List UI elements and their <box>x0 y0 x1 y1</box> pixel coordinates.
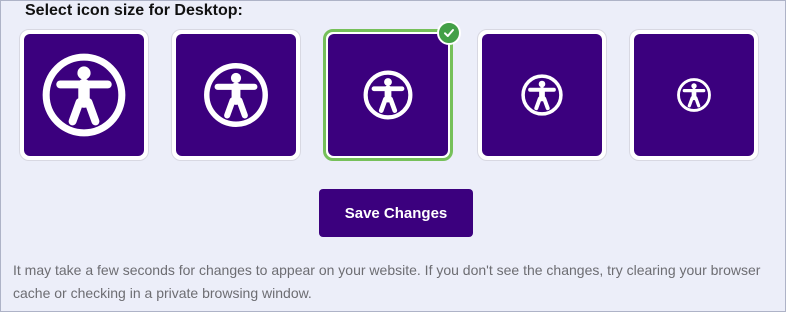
accessibility-icon <box>363 70 413 120</box>
icon-size-panel: Select icon size for Desktop: Save Chang… <box>0 0 786 312</box>
accessibility-icon <box>204 63 268 127</box>
icon-size-option-3-selected[interactable] <box>323 21 461 161</box>
icon-size-option-2[interactable] <box>171 29 301 161</box>
accessibility-icon <box>42 53 126 137</box>
icon-tile <box>24 34 144 156</box>
selected-check-icon <box>437 21 461 45</box>
icon-tile <box>176 34 296 156</box>
icon-size-option-4[interactable] <box>477 29 607 161</box>
icon-tile <box>482 34 602 156</box>
accessibility-icon <box>677 78 711 112</box>
icon-size-option-1[interactable] <box>19 29 149 161</box>
save-changes-button[interactable]: Save Changes <box>319 189 473 237</box>
cache-notice: It may take a few seconds for changes to… <box>13 262 761 301</box>
icon-tile <box>328 34 448 156</box>
accessibility-icon <box>521 74 563 116</box>
icon-tile <box>634 34 754 156</box>
section-heading: Select icon size for Desktop: <box>25 2 243 19</box>
icon-size-option-5[interactable] <box>629 29 759 161</box>
